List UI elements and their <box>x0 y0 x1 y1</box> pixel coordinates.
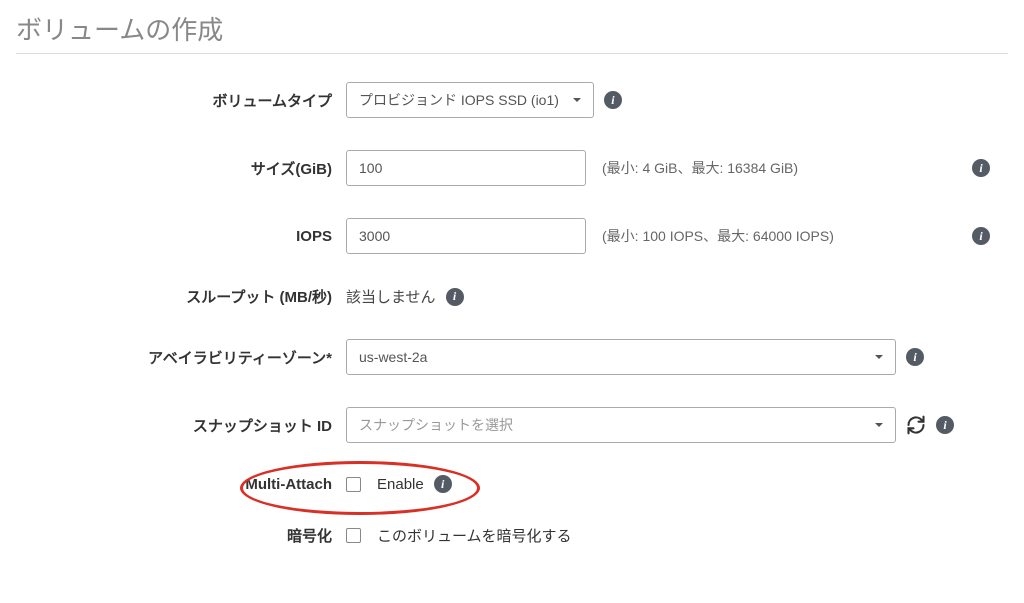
caret-down-icon <box>873 419 885 431</box>
info-icon[interactable]: i <box>434 475 452 493</box>
info-icon[interactable]: i <box>972 227 990 245</box>
row-snapshot-id: スナップショット ID スナップショットを選択 i <box>26 407 998 443</box>
row-size: サイズ(GiB) (最小: 4 GiB、最大: 16384 GiB) i <box>26 150 998 186</box>
label-multi-attach: Multi-Attach <box>26 476 346 493</box>
row-iops: IOPS (最小: 100 IOPS、最大: 64000 IOPS) i <box>26 218 998 254</box>
throughput-value: 該当しません <box>346 286 436 307</box>
info-icon[interactable]: i <box>972 159 990 177</box>
caret-down-icon <box>873 351 885 363</box>
refresh-icon[interactable] <box>906 415 926 435</box>
encryption-text: このボリュームを暗号化する <box>377 525 572 546</box>
row-volume-type: ボリュームタイプ プロビジョンド IOPS SSD (io1) i <box>26 82 998 118</box>
info-icon[interactable]: i <box>604 91 622 109</box>
caret-down-icon <box>571 94 583 106</box>
label-throughput: スループット (MB/秒) <box>26 286 346 307</box>
page-title: ボリュームの作成 <box>16 10 1008 54</box>
label-encryption: 暗号化 <box>26 525 346 546</box>
label-volume-type: ボリュームタイプ <box>26 90 346 111</box>
row-encryption: 暗号化 このボリュームを暗号化する <box>26 525 998 546</box>
multi-attach-checkbox[interactable] <box>346 477 361 492</box>
multi-attach-enable-label: Enable <box>377 476 424 493</box>
encryption-checkbox[interactable] <box>346 528 361 543</box>
create-volume-form: ボリュームタイプ プロビジョンド IOPS SSD (io1) i サイズ(Gi… <box>16 82 1008 546</box>
iops-input[interactable] <box>346 218 586 254</box>
volume-type-select[interactable]: プロビジョンド IOPS SSD (io1) <box>346 82 594 118</box>
availability-zone-value: us-west-2a <box>359 349 427 365</box>
info-icon[interactable]: i <box>446 288 464 306</box>
size-hint: (最小: 4 GiB、最大: 16384 GiB) <box>602 158 798 178</box>
size-input[interactable] <box>346 150 586 186</box>
row-throughput: スループット (MB/秒) 該当しません i <box>26 286 998 307</box>
label-snapshot-id: スナップショット ID <box>26 415 346 436</box>
row-multi-attach: Multi-Attach Enable i <box>26 475 998 493</box>
snapshot-id-select[interactable]: スナップショットを選択 <box>346 407 896 443</box>
volume-type-value: プロビジョンド IOPS SSD (io1) <box>359 90 559 110</box>
info-icon[interactable]: i <box>936 416 954 434</box>
label-size: サイズ(GiB) <box>26 158 346 179</box>
iops-hint: (最小: 100 IOPS、最大: 64000 IOPS) <box>602 226 834 246</box>
info-icon[interactable]: i <box>906 348 924 366</box>
label-availability-zone: アベイラビリティーゾーン* <box>26 347 346 368</box>
snapshot-id-placeholder: スナップショットを選択 <box>359 415 513 435</box>
label-iops: IOPS <box>26 228 346 245</box>
availability-zone-select[interactable]: us-west-2a <box>346 339 896 375</box>
row-availability-zone: アベイラビリティーゾーン* us-west-2a i <box>26 339 998 375</box>
